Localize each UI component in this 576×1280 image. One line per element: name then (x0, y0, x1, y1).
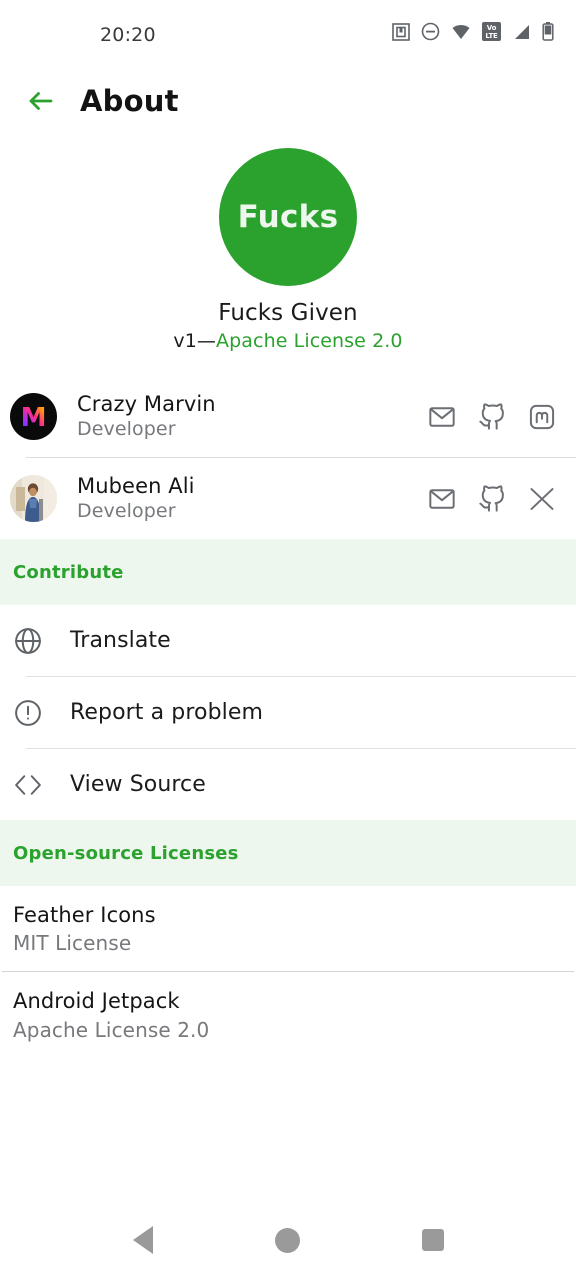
developer-list: M Crazy Marvin Developer Mubeen Ali Deve… (0, 376, 576, 539)
section-title: Contribute (13, 561, 124, 583)
developer-name: Crazy Marvin (77, 391, 216, 416)
contribute-item-label: Translate (70, 628, 171, 653)
volte-bottom-label: LTE (485, 31, 498, 40)
signal-icon (515, 24, 529, 39)
page-title: About (80, 84, 179, 118)
x-twitter-icon[interactable] (528, 485, 556, 513)
developer-meta: Crazy Marvin Developer (77, 392, 428, 442)
licenses-section-header: Open-source Licenses (0, 820, 576, 886)
nfc-icon (392, 22, 410, 41)
developer-row-crazy-marvin[interactable]: M Crazy Marvin Developer (0, 376, 576, 457)
mastodon-icon[interactable] (528, 403, 556, 431)
app-version-line: v1—Apache License 2.0 (173, 330, 402, 352)
github-icon[interactable] (478, 402, 506, 431)
license-item-feather-icons[interactable]: Feather Icons MIT License (0, 886, 576, 971)
license-name: Android Jetpack (13, 989, 180, 1014)
contribute-section-header: Contribute (0, 539, 576, 605)
app-license-link[interactable]: Apache License 2.0 (216, 330, 403, 352)
developer-links (428, 484, 562, 513)
contribute-item-translate[interactable]: Translate (0, 605, 576, 676)
volte-top-label: Vo (486, 23, 497, 32)
battery-icon (542, 22, 554, 41)
mubeen-photo-icon (10, 475, 57, 522)
app-bar: About (0, 62, 576, 140)
section-title: Open-source Licenses (13, 842, 239, 864)
app-logo-label: Fucks (237, 199, 339, 235)
developer-role: Developer (77, 499, 176, 522)
back-arrow-icon[interactable] (26, 86, 56, 116)
wifi-icon (452, 24, 470, 39)
svg-text:M: M (21, 403, 47, 433)
globe-icon (15, 627, 41, 654)
contribute-item-report-a-problem[interactable]: Report a problem (0, 677, 576, 748)
status-bar: 20:20 Vo LTE (0, 0, 576, 62)
marvin-gradient-m-icon: M (21, 403, 47, 433)
nav-back-icon[interactable] (128, 1225, 158, 1255)
license-type: MIT License (13, 931, 132, 956)
contribute-item-label: View Source (70, 772, 206, 797)
developer-role: Developer (77, 417, 176, 440)
app-identity: Fucks Fucks Given v1—Apache License 2.0 (0, 140, 576, 352)
alert-circle-icon (15, 699, 41, 726)
app-logo: Fucks (219, 148, 357, 286)
license-name: Feather Icons (13, 903, 156, 927)
mail-icon[interactable] (428, 485, 456, 513)
developer-links (428, 402, 562, 431)
about-screen: 20:20 Vo LTE About Fucks Fucks Given v1—… (0, 0, 576, 1280)
github-icon[interactable] (478, 484, 506, 513)
license-type: Apache License 2.0 (13, 1017, 210, 1042)
avatar (10, 475, 57, 522)
nav-home-icon[interactable] (273, 1225, 303, 1255)
app-name: Fucks Given (218, 300, 358, 326)
developer-meta: Mubeen Ali Developer (77, 474, 428, 524)
system-navigation-bar (0, 1200, 576, 1280)
license-item-android-jetpack[interactable]: Android Jetpack Apache License 2.0 (0, 972, 576, 1057)
version-number: v1— (173, 330, 217, 352)
mail-icon[interactable] (428, 403, 456, 431)
nav-recents-icon[interactable] (418, 1225, 448, 1255)
status-clock: 20:20 (100, 24, 156, 46)
do-not-disturb-icon (421, 22, 440, 41)
contribute-item-view-source[interactable]: View Source (0, 749, 576, 820)
contribute-item-label: Report a problem (70, 700, 264, 725)
status-icon-tray: Vo LTE (392, 22, 554, 41)
developer-name: Mubeen Ali (77, 473, 195, 498)
volte-icon: Vo LTE (482, 22, 501, 41)
avatar: M (10, 393, 57, 440)
developer-row-mubeen-ali[interactable]: Mubeen Ali Developer (0, 458, 576, 539)
code-brackets-icon (15, 774, 41, 795)
